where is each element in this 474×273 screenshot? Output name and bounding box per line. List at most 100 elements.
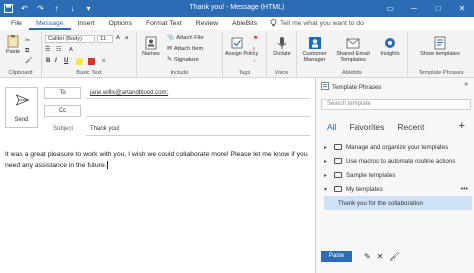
tab-message[interactable]: Message bbox=[28, 17, 71, 30]
bullets-icon[interactable]: ☰ bbox=[45, 47, 50, 53]
tab-format-text[interactable]: Format Text bbox=[139, 17, 189, 30]
attach-item-button[interactable]: ✉ Attach Item bbox=[167, 46, 203, 52]
to-field[interactable]: jane.willis@artandblood.com; bbox=[90, 90, 168, 96]
paperclip-icon: 📎 bbox=[167, 35, 175, 41]
tab-ablebits[interactable]: AbleBits bbox=[225, 17, 264, 30]
customer-manager-button[interactable]: Customer Manager bbox=[298, 36, 331, 63]
clear-format-icon[interactable]: A bbox=[69, 47, 73, 53]
group-template-phrases: Show templates Template Phrases bbox=[408, 32, 474, 76]
tree-item-thank-you[interactable]: Thank you for the collaboration bbox=[324, 196, 472, 210]
title-bar: ↶ ↷ ↑ ↓ ▾ Thank you! - Message (HTML) ▭ … bbox=[0, 0, 474, 17]
lightbulb-icon bbox=[270, 18, 277, 29]
tell-me-box[interactable]: Tell me what you want to do bbox=[264, 18, 364, 29]
folder-icon bbox=[334, 144, 342, 150]
attach-item-icon: ✉ bbox=[167, 46, 172, 52]
tree-item-manage[interactable]: ▸ Manage and organize your templates bbox=[324, 140, 472, 154]
chevron-right-icon: ▸ bbox=[324, 172, 328, 179]
cut-icon[interactable]: ✂ bbox=[25, 38, 30, 44]
tab-recent[interactable]: Recent bbox=[397, 122, 424, 132]
format-icon[interactable]: 🖌 bbox=[389, 252, 399, 261]
font-color-icon[interactable] bbox=[88, 58, 95, 65]
group-label-template-phrases: Template Phrases bbox=[418, 70, 464, 76]
bold-button[interactable]: B bbox=[46, 58, 50, 64]
send-button[interactable]: Send bbox=[5, 87, 38, 128]
maximize-button[interactable]: □ bbox=[426, 0, 450, 17]
folder-icon bbox=[334, 172, 342, 178]
group-label-ablebits: Ablebits bbox=[342, 70, 362, 76]
to-button[interactable]: To bbox=[44, 87, 81, 99]
group-label-voice: Voice bbox=[274, 70, 289, 76]
collapse-pane-icon[interactable]: » bbox=[464, 81, 468, 88]
subject-field[interactable]: Thank you! bbox=[90, 126, 120, 132]
microphone-icon bbox=[275, 36, 289, 50]
template-search-input[interactable]: Search template bbox=[321, 99, 471, 110]
customer-manager-icon bbox=[308, 36, 322, 50]
message-body-text: It was a great pleasure to work with you… bbox=[5, 151, 308, 169]
format-painter-icon[interactable]: 🖌 bbox=[25, 58, 32, 64]
tab-options[interactable]: Options bbox=[102, 17, 139, 30]
tab-review[interactable]: Review bbox=[189, 17, 225, 30]
message-body[interactable]: It was a great pleasure to work with you… bbox=[5, 149, 310, 171]
font-name-select[interactable]: Calibri (Body) bbox=[45, 35, 95, 43]
dictate-button[interactable]: Dictate bbox=[270, 36, 294, 57]
chevron-right-icon: ▸ bbox=[324, 144, 328, 151]
pane-paste-button[interactable]: Paste bbox=[321, 251, 352, 262]
cc-button[interactable]: Cc bbox=[44, 105, 81, 117]
highlight-icon[interactable] bbox=[76, 58, 83, 65]
shared-email-templates-button[interactable]: Shared Email Templates bbox=[333, 36, 373, 63]
group-label-include: Include bbox=[170, 70, 189, 76]
group-include: Names 📎 Attach File ✉ Attach Item ✎ Sign… bbox=[137, 32, 223, 76]
paste-button[interactable]: Paste bbox=[4, 34, 22, 55]
grow-font-icon[interactable]: A bbox=[116, 35, 120, 41]
assign-policy-button[interactable]: Assign Policy bbox=[225, 36, 258, 57]
group-label-tags: Tags bbox=[238, 70, 251, 76]
insights-button[interactable]: Insights bbox=[375, 36, 405, 57]
menu-bar: File Message Insert Options Format Text … bbox=[0, 17, 474, 30]
tree-item-my-templates[interactable]: ▾ My templates ••• bbox=[324, 182, 472, 196]
shrink-font-icon[interactable]: a bbox=[125, 35, 128, 41]
ribbon-options-icon[interactable]: ▭ bbox=[378, 0, 402, 17]
edit-icon[interactable]: ✎ bbox=[364, 252, 371, 261]
high-importance-icon[interactable]: ! bbox=[253, 47, 255, 53]
italic-button[interactable]: I bbox=[55, 58, 57, 64]
signature-button[interactable]: ✎ Signature bbox=[167, 57, 199, 63]
copy-icon[interactable]: ⧉ bbox=[25, 48, 29, 55]
flag-icon[interactable]: ⚑ bbox=[253, 36, 258, 42]
more-options-icon[interactable]: ••• bbox=[461, 186, 468, 193]
names-button[interactable]: Names bbox=[140, 36, 162, 57]
tab-file[interactable]: File bbox=[4, 17, 29, 30]
address-book-icon bbox=[144, 36, 158, 50]
tree-item-sample[interactable]: ▸ Sample templates bbox=[324, 168, 472, 182]
tab-insert[interactable]: Insert bbox=[71, 17, 102, 30]
font-size-select[interactable]: 11 bbox=[97, 35, 113, 43]
pane-toolbar: Paste ✎ ✕ 🖌 bbox=[321, 251, 400, 262]
insights-icon bbox=[383, 36, 397, 50]
shared-templates-icon bbox=[346, 36, 360, 50]
template-phrases-pane: Template Phrases » Search template All F… bbox=[315, 78, 474, 273]
pane-tabs: All Favorites Recent bbox=[327, 122, 424, 132]
cc-field[interactable] bbox=[86, 116, 310, 117]
tell-me-text: Tell me what you want to do bbox=[279, 20, 364, 27]
folder-icon bbox=[334, 186, 342, 192]
group-clipboard: Paste ✂ ⧉ 🖌 Clipboard bbox=[0, 32, 42, 76]
tab-favorites[interactable]: Favorites bbox=[349, 122, 384, 132]
to-field-line bbox=[86, 98, 310, 99]
minimize-button[interactable]: ─ bbox=[402, 0, 426, 17]
chevron-right-icon: ▸ bbox=[324, 158, 328, 165]
tab-all[interactable]: All bbox=[327, 122, 336, 132]
underline-button[interactable]: U bbox=[64, 58, 68, 64]
low-importance-icon[interactable]: ↓ bbox=[253, 58, 256, 64]
tree-item-macros[interactable]: ▸ Use macros to automate routine actions bbox=[324, 154, 472, 168]
close-button[interactable]: ✕ bbox=[450, 0, 474, 17]
folder-icon bbox=[334, 158, 342, 164]
delete-icon[interactable]: ✕ bbox=[377, 252, 384, 261]
align-icon[interactable]: ≡ bbox=[102, 58, 105, 64]
group-label-basic-text: Basic Text bbox=[76, 70, 102, 76]
send-icon bbox=[15, 94, 30, 108]
attach-file-button[interactable]: 📎 Attach File bbox=[167, 35, 204, 41]
numbering-icon[interactable]: ☷ bbox=[56, 47, 61, 53]
subject-field-line bbox=[86, 135, 310, 136]
show-templates-button[interactable]: Show templates bbox=[418, 36, 462, 57]
add-template-button[interactable]: + bbox=[459, 120, 465, 132]
template-phrases-icon bbox=[321, 82, 329, 92]
